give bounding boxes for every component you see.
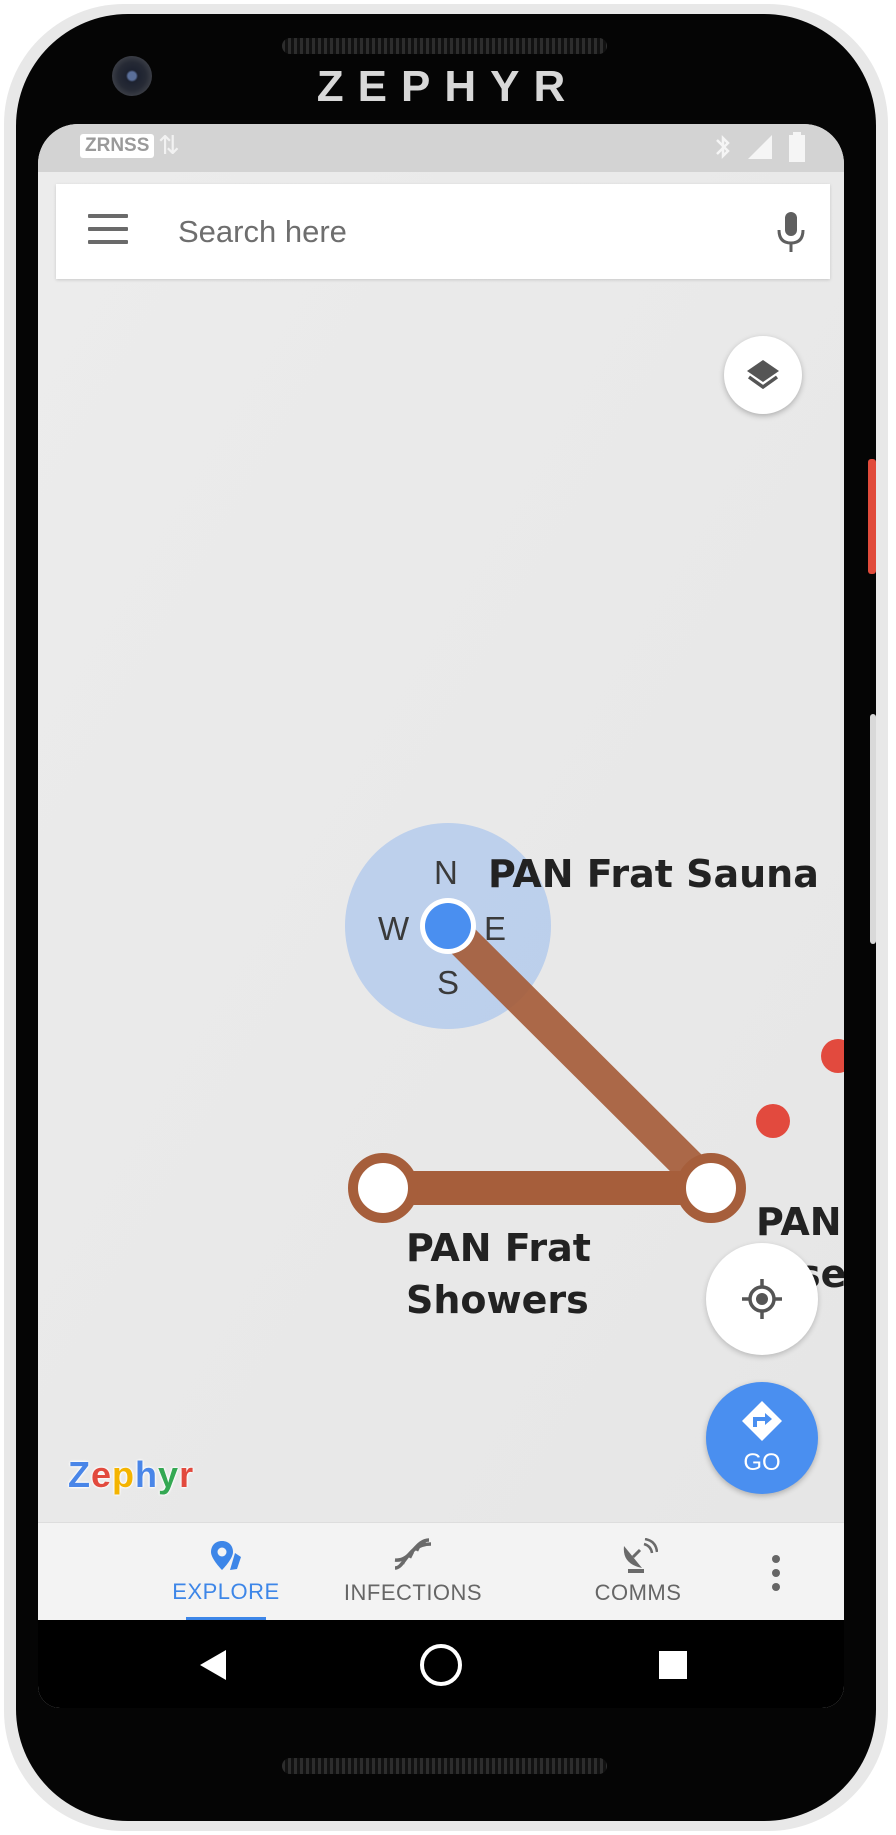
directions-icon <box>742 1401 782 1441</box>
route-node[interactable] <box>348 1153 418 1223</box>
phone-screen: ZRNSS ⇅ N E S W PAN Frat Sauna PAN Frat … <box>38 124 844 1708</box>
top-speaker <box>282 38 607 54</box>
map-logo: Zephyr <box>68 1454 195 1495</box>
recents-icon[interactable] <box>658 1650 688 1680</box>
my-location-button[interactable] <box>706 1243 818 1355</box>
nav-comms[interactable]: COMMS <box>578 1523 698 1621</box>
volume-button <box>870 714 876 944</box>
search-bar <box>56 184 830 279</box>
compass-north: N <box>434 854 458 891</box>
microphone-icon[interactable] <box>774 210 808 256</box>
system-navigation-bar <box>38 1620 844 1708</box>
go-label: GO <box>743 1449 781 1476</box>
nav-comms-label: COMMS <box>594 1580 682 1605</box>
back-icon[interactable] <box>198 1648 228 1682</box>
map-pin-icon <box>211 1541 241 1570</box>
bottom-navigation: EXPLORE INFECTIONS COMMS <box>38 1522 844 1621</box>
layers-icon <box>747 360 779 390</box>
nav-infections[interactable]: INFECTIONS <box>328 1523 498 1621</box>
user-location-dot[interactable] <box>425 903 471 949</box>
satellite-dish-icon <box>623 1538 658 1573</box>
go-button[interactable]: GO <box>706 1382 818 1494</box>
my-location-icon <box>742 1279 782 1319</box>
nav-explore[interactable]: EXPLORE <box>172 1523 279 1621</box>
compass-west: W <box>378 910 410 947</box>
place-label-sauna[interactable]: PAN Frat Sauna <box>488 848 819 900</box>
place-label-showers[interactable]: PAN Frat Showers <box>406 1222 591 1326</box>
bottom-speaker <box>282 1758 607 1774</box>
search-input[interactable] <box>176 206 700 258</box>
power-button <box>868 459 876 574</box>
hamburger-menu-icon[interactable] <box>88 214 128 248</box>
compass-south: S <box>437 964 460 1001</box>
more-vert-icon[interactable] <box>770 1553 782 1593</box>
dna-icon <box>394 1538 432 1570</box>
device-brand: ZEPHYR <box>316 62 580 111</box>
layers-button[interactable] <box>724 336 802 414</box>
compass-east: E <box>484 910 507 947</box>
route-node[interactable] <box>676 1153 746 1223</box>
nav-infections-label: INFECTIONS <box>343 1580 483 1605</box>
infection-dot[interactable] <box>756 1104 790 1138</box>
home-icon[interactable] <box>418 1642 464 1688</box>
nav-explore-label: EXPLORE <box>172 1579 280 1604</box>
